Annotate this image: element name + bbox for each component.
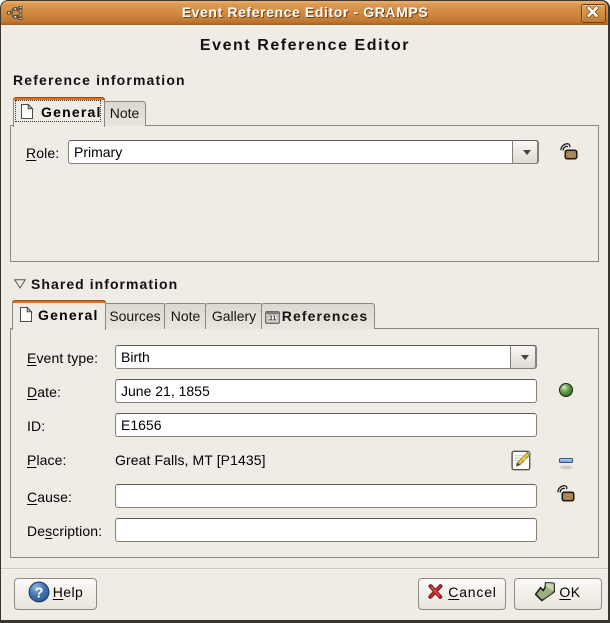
svg-text:?: ? (34, 586, 43, 602)
svg-text:31: 31 (269, 315, 277, 322)
